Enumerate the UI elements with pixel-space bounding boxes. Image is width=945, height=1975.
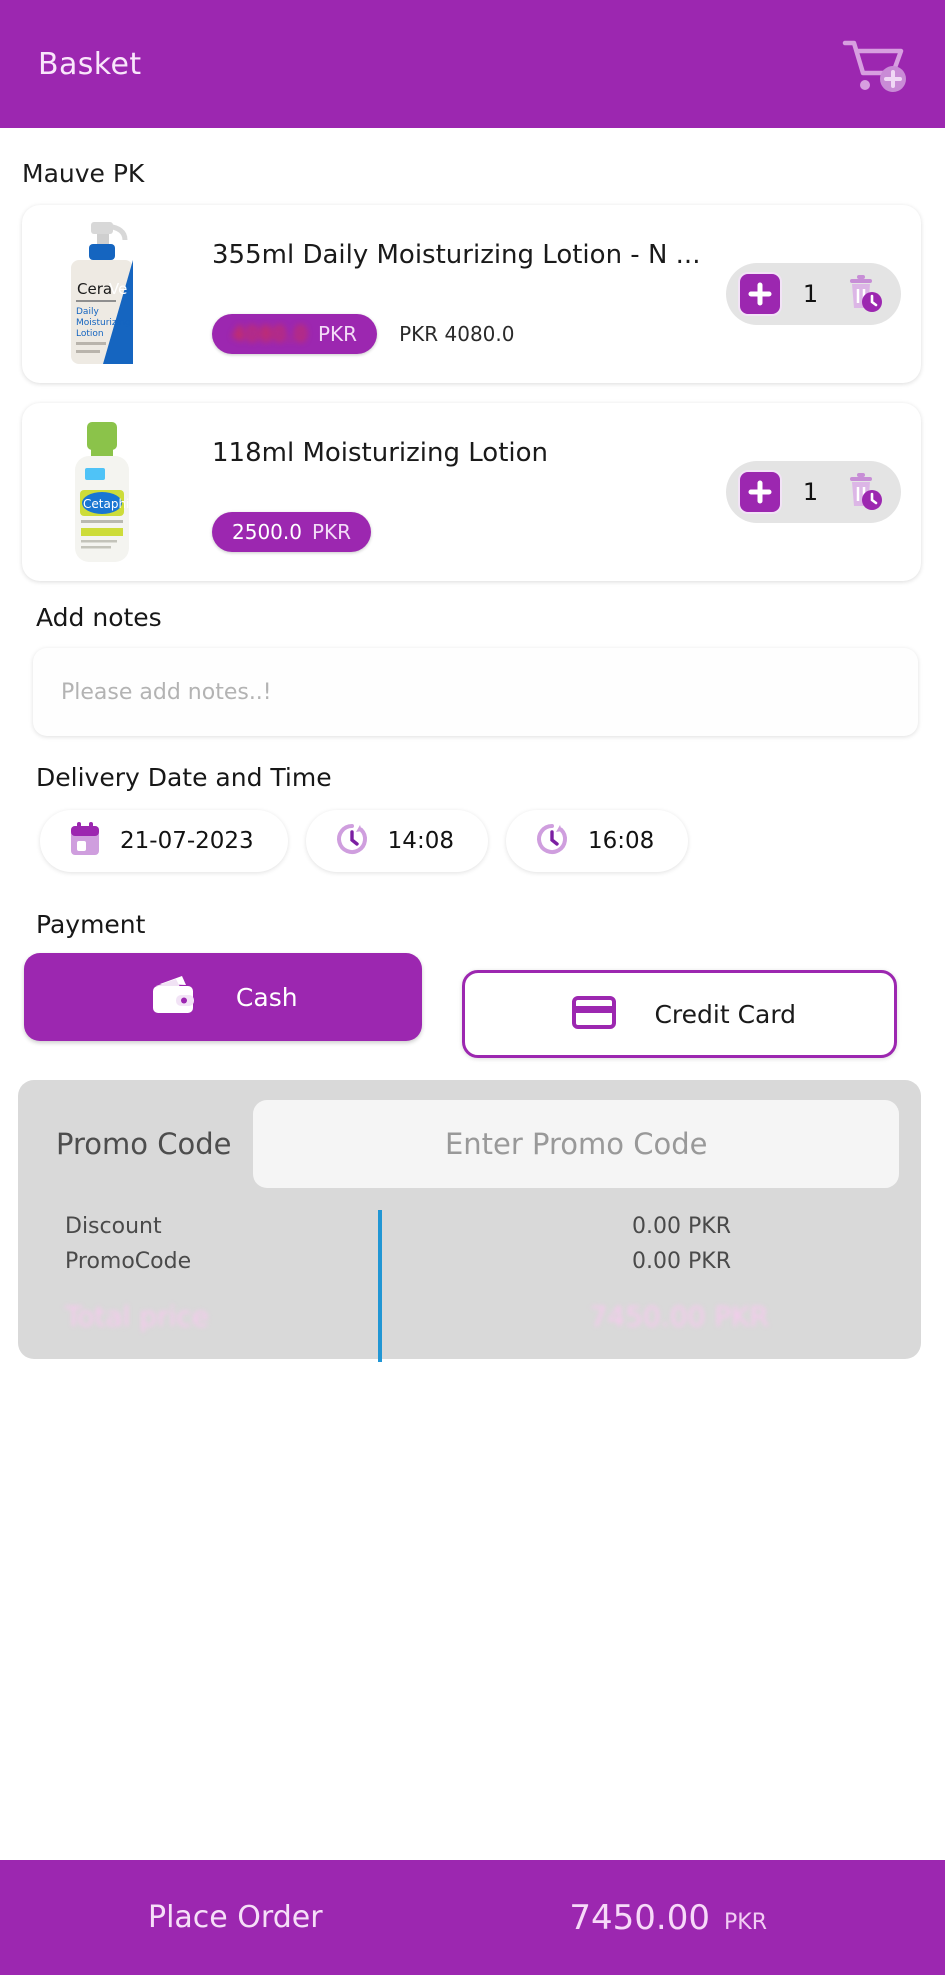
basket-item-row[interactable]: Cera Ve Daily Moisturizing Lotion 355ml … xyxy=(22,205,921,383)
promocode-label: PromoCode xyxy=(65,1249,192,1274)
product-price-badge: 4080.0 PKR xyxy=(212,314,378,354)
promo-row: Promo Code Enter Promo Code xyxy=(18,1100,921,1188)
svg-text:Cera: Cera xyxy=(77,280,112,298)
product-title: 118ml Moisturizing Lotion xyxy=(212,438,548,468)
product-price-row: 2500.0 PKR xyxy=(212,512,726,552)
delivery-time-end-chip[interactable]: 16:08 xyxy=(505,810,689,872)
order-summary: Promo Code Enter Promo Code Discount 0.0… xyxy=(18,1080,921,1362)
svg-text:Daily: Daily xyxy=(76,307,99,317)
trash-clock-icon[interactable] xyxy=(839,270,887,318)
total-price-label: Total price xyxy=(65,1300,209,1333)
page-title: Basket xyxy=(38,46,142,82)
payment-option-cash-label: Cash xyxy=(235,982,298,1012)
product-price-currency: PKR xyxy=(317,322,358,346)
order-total-currency: PKR xyxy=(724,1909,767,1935)
basket-screen: Basket Mauve PK Cera Ve Daily Moisturizi… xyxy=(0,0,945,1975)
notes-label: Add notes xyxy=(36,603,162,632)
delivery-date-chip[interactable]: 21-07-2023 xyxy=(40,810,288,872)
quantity-value: 1 xyxy=(802,280,819,308)
trash-clock-icon[interactable] xyxy=(839,468,887,516)
svg-text:Cetaphil: Cetaphil xyxy=(83,497,133,511)
summary-row-discount: Discount 0.00 PKR xyxy=(18,1214,921,1239)
basket-item-row[interactable]: Cetaphil 118ml Moisturizing Lotion 2500.… xyxy=(22,403,921,581)
payment-label: Payment xyxy=(36,910,146,939)
product-title: 355ml Daily Moisturizing Lotion - N ... xyxy=(212,240,701,270)
svg-text:Lotion: Lotion xyxy=(76,329,104,339)
total-price-value: 7450.00 PKR xyxy=(589,1300,769,1333)
credit-card-icon xyxy=(570,993,618,1035)
payment-option-credit-card-label: Credit Card xyxy=(654,999,797,1029)
totals-divider xyxy=(378,1210,382,1362)
delivery-time-start-chip[interactable]: 14:08 xyxy=(305,810,488,872)
delivery-label: Delivery Date and Time xyxy=(36,763,332,792)
svg-text:Ve: Ve xyxy=(109,280,127,298)
delivery-time-start-value: 14:08 xyxy=(387,828,454,854)
clock-icon xyxy=(334,821,370,861)
product-price-amount: 4080.0 xyxy=(232,322,308,346)
place-order-label: Place Order xyxy=(148,1900,323,1935)
promo-code-input[interactable]: Enter Promo Code xyxy=(253,1100,899,1188)
product-image: Cera Ve Daily Moisturizing Lotion xyxy=(42,219,162,369)
promo-code-label: Promo Code xyxy=(56,1127,232,1161)
product-price-badge: 2500.0 PKR xyxy=(212,512,372,552)
summary-row-promocode: PromoCode 0.00 PKR xyxy=(18,1249,921,1274)
svg-text:Moisturizing: Moisturizing xyxy=(76,318,131,328)
promo-code-placeholder: Enter Promo Code xyxy=(444,1127,708,1161)
quantity-stepper[interactable]: 1 xyxy=(726,461,901,523)
quantity-stepper[interactable]: 1 xyxy=(726,263,901,325)
place-order-button[interactable]: Place Order 7450.00 PKR xyxy=(0,1860,945,1975)
payment-options: Cash Credit Card xyxy=(24,953,921,1058)
app-bar: Basket xyxy=(0,0,945,128)
discount-label: Discount xyxy=(65,1214,162,1239)
delivery-time-end-value: 16:08 xyxy=(587,828,655,854)
quantity-value: 1 xyxy=(802,478,819,506)
clock-icon xyxy=(534,821,570,861)
product-details: 355ml Daily Moisturizing Lotion - N ... … xyxy=(162,219,726,369)
calendar-icon xyxy=(68,821,102,861)
discount-value: 0.00 PKR xyxy=(632,1214,731,1239)
product-original-price: PKR 4080.0 xyxy=(399,322,515,346)
notes-placeholder: Please add notes..! xyxy=(61,679,272,705)
order-total-amount: 7450.00 xyxy=(569,1897,711,1938)
delivery-chips: 21-07-2023 14:08 16:08 xyxy=(40,810,945,872)
order-total: 7450.00 PKR xyxy=(569,1898,767,1938)
product-details: 118ml Moisturizing Lotion 2500.0 PKR xyxy=(162,417,726,567)
totals-block: Discount 0.00 PKR PromoCode 0.00 PKR Tot… xyxy=(18,1210,921,1362)
product-price-currency: PKR xyxy=(311,520,352,544)
promocode-value: 0.00 PKR xyxy=(632,1249,731,1274)
cart-plus-icon[interactable] xyxy=(837,33,911,95)
delivery-date-value: 21-07-2023 xyxy=(120,828,254,854)
store-name: Mauve PK xyxy=(22,159,145,188)
product-price-row: 4080.0 PKR PKR 4080.0 xyxy=(212,314,726,354)
plus-icon[interactable] xyxy=(738,470,782,514)
notes-input[interactable]: Please add notes..! xyxy=(33,648,918,736)
payment-option-cash[interactable]: Cash xyxy=(24,953,422,1041)
plus-icon[interactable] xyxy=(738,272,782,316)
product-image: Cetaphil xyxy=(42,417,162,567)
product-price-amount: 2500.0 xyxy=(232,520,302,544)
summary-row-total: Total price 7450.00 PKR xyxy=(18,1300,921,1333)
wallet-icon xyxy=(148,972,200,1022)
payment-option-credit-card[interactable]: Credit Card xyxy=(461,970,897,1058)
basket-body: Mauve PK Cera Ve Daily Moisturizing Loti… xyxy=(0,128,945,1860)
